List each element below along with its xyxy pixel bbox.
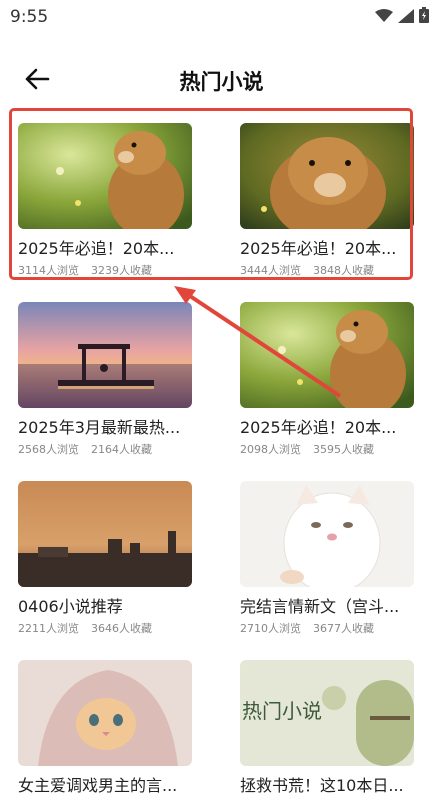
view-count: 2211人浏览 <box>18 622 79 635</box>
novel-card[interactable]: 完结言情新文（宫斗... 2710人浏览 3677人收藏 <box>240 481 414 636</box>
view-count: 3444人浏览 <box>240 264 301 277</box>
card-stats: 2710人浏览 3677人收藏 <box>240 620 414 636</box>
battery-icon <box>419 7 429 27</box>
card-stats: 3444人浏览 3848人收藏 <box>240 262 414 278</box>
card-title: 女主爱调戏男主的言... <box>18 776 178 795</box>
card-stats: 2568人浏览 2164人收藏 <box>18 441 192 457</box>
novel-card[interactable]: 热门小说 拯救书荒！这10本日... <box>240 660 414 796</box>
view-count: 3114人浏览 <box>18 264 79 277</box>
novel-card[interactable]: 女主爱调戏男主的言... <box>18 660 192 796</box>
view-count: 2098人浏览 <box>240 443 301 456</box>
card-title: 拯救书荒！这10本日... <box>240 776 404 795</box>
card-stats: 2098人浏览 3595人收藏 <box>240 441 414 457</box>
card-title: 2025年3月最新最热... <box>18 418 181 437</box>
page-title: 热门小说 <box>179 70 264 94</box>
card-thumbnail <box>18 302 192 408</box>
white-cat-image <box>240 481 414 587</box>
save-count: 3595人收藏 <box>313 443 374 456</box>
card-title: 完结言情新文（宫斗... <box>240 597 400 616</box>
card-thumbnail <box>18 481 192 587</box>
back-arrow-icon <box>24 68 50 94</box>
marmot-image <box>18 123 192 229</box>
card-thumbnail <box>18 660 192 766</box>
back-button[interactable] <box>20 66 54 96</box>
card-title: 2025年必追！20本... <box>18 239 175 258</box>
card-thumbnail: 热门小说 <box>240 660 414 766</box>
card-thumbnail <box>240 123 414 229</box>
novel-card[interactable]: 2025年3月最新最热... 2568人浏览 2164人收藏 <box>18 302 192 457</box>
status-time: 9:55 <box>10 7 49 27</box>
card-title: 2025年必追！20本... <box>240 239 397 258</box>
save-count: 3677人收藏 <box>313 622 374 635</box>
card-thumbnail <box>18 123 192 229</box>
novel-card[interactable]: 2025年必追！20本... 3114人浏览 3239人收藏 <box>18 123 192 278</box>
card-title: 0406小说推荐 <box>18 597 123 616</box>
novel-card[interactable]: 2025年必追！20本... 2098人浏览 3595人收藏 <box>240 302 414 457</box>
marmot-image <box>240 123 414 229</box>
status-icons <box>375 7 429 27</box>
status-bar: 9:55 <box>0 0 443 34</box>
save-count: 2164人收藏 <box>91 443 152 456</box>
card-thumbnail <box>240 481 414 587</box>
poster-text: 热门小说 <box>242 699 322 723</box>
header: 热门小说 <box>0 58 443 104</box>
save-count: 3848人收藏 <box>313 264 374 277</box>
save-count: 3646人收藏 <box>91 622 152 635</box>
card-stats: 3114人浏览 3239人收藏 <box>18 262 192 278</box>
card-thumbnail <box>240 302 414 408</box>
marmot-image <box>240 302 414 408</box>
novel-card[interactable]: 0406小说推荐 2211人浏览 3646人收藏 <box>18 481 192 636</box>
save-count: 3239人收藏 <box>91 264 152 277</box>
view-count: 2568人浏览 <box>18 443 79 456</box>
signal-icon <box>398 8 414 27</box>
card-stats: 2211人浏览 3646人收藏 <box>18 620 192 636</box>
cat-blanket-image <box>18 660 192 766</box>
green-art-image: 热门小说 <box>240 660 414 766</box>
dust-storm-image <box>18 481 192 587</box>
view-count: 2710人浏览 <box>240 622 301 635</box>
wifi-icon <box>375 8 393 27</box>
novel-card[interactable]: 2025年必追！20本... 3444人浏览 3848人收藏 <box>240 123 414 278</box>
sunset-pier-image <box>18 302 192 408</box>
card-title: 2025年必追！20本... <box>240 418 397 437</box>
